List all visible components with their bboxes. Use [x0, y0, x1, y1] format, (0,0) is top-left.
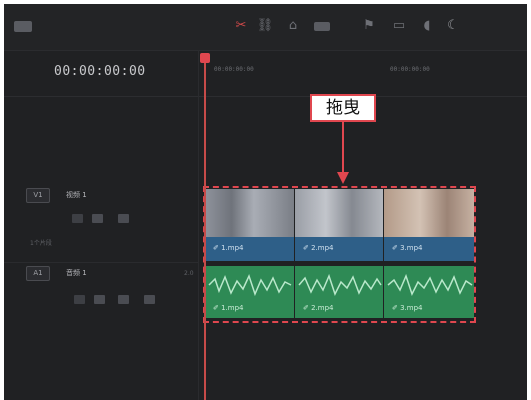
playhead-handle[interactable] — [200, 53, 210, 63]
toolbar: ✂ ⛓ ⌂ ⚑ ▭ ◖ ☾ — [4, 4, 527, 51]
header-divider — [4, 96, 527, 97]
panel-divider — [198, 50, 199, 400]
audio-lock-icon[interactable] — [74, 295, 85, 304]
ruler-label: 00:00:00:00 — [214, 66, 254, 73]
audio-solo-icon[interactable] — [118, 295, 129, 304]
timecode-display[interactable]: 00:00:00:00 — [54, 64, 146, 79]
video-lock-icon[interactable] — [72, 214, 83, 223]
audio-mute-icon[interactable] — [144, 295, 155, 304]
speaker-icon[interactable]: ◖ — [418, 18, 436, 34]
video-track-name: 视频 1 — [66, 191, 87, 199]
audio-toggle-icon[interactable] — [94, 295, 105, 304]
video-track-badge[interactable]: V1 — [26, 188, 50, 203]
video-track-info: 1个片段 — [30, 240, 52, 247]
editor-window: ✂ ⛓ ⌂ ⚑ ▭ ◖ ☾ 00:00:00:00 00:00:00:00 00… — [4, 4, 527, 400]
monitor-icon[interactable]: ▭ — [390, 18, 408, 34]
video-toggle-icon[interactable] — [92, 214, 103, 223]
layout-icon[interactable] — [14, 21, 32, 32]
snap-icon[interactable]: ☾ — [444, 18, 462, 34]
video-visible-icon[interactable] — [118, 214, 129, 223]
track-divider — [4, 262, 198, 263]
annotation-arrow-line — [342, 122, 344, 174]
annotation-arrow-icon — [337, 172, 349, 184]
clip-icon[interactable] — [314, 22, 330, 31]
drag-annotation-label: 拖曳 — [310, 94, 376, 122]
playhead[interactable] — [204, 56, 206, 400]
flag-icon[interactable]: ⚑ — [360, 18, 378, 34]
audio-level-readout: 2.0 — [184, 270, 194, 277]
marker-icon[interactable]: ⌂ — [284, 18, 302, 34]
selection-marquee — [203, 186, 476, 323]
ruler-label: 00:00:00:00 — [390, 66, 430, 73]
audio-track-badge[interactable]: A1 — [26, 266, 50, 281]
blade-tool-icon[interactable]: ✂ — [232, 18, 250, 34]
link-icon[interactable]: ⛓ — [256, 18, 274, 34]
audio-track-name: 音频 1 — [66, 269, 87, 277]
